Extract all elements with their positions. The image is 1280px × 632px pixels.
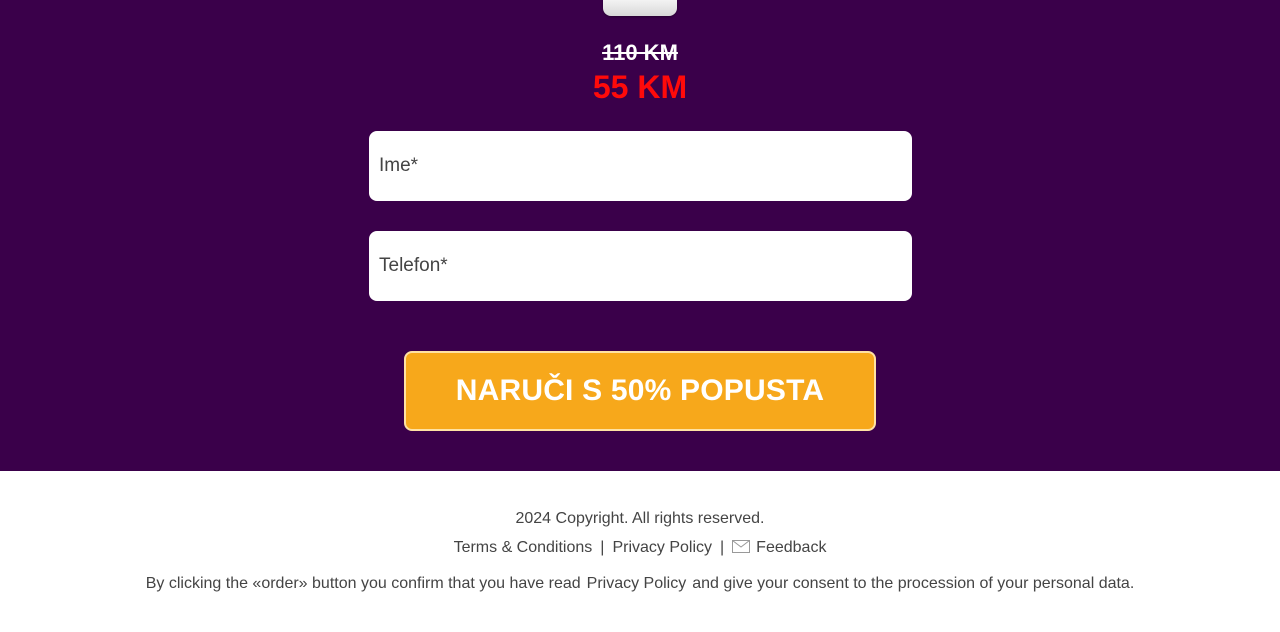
order-button[interactable]: NARUČI S 50% POPUSTA [404,351,876,431]
link-separator: | [720,539,725,556]
old-price: 110 KM [602,40,678,65]
link-separator: | [600,539,605,556]
feedback-link[interactable]: Feedback [732,539,826,556]
privacy-link[interactable]: Privacy Policy [612,539,712,556]
terms-link[interactable]: Terms & Conditions [454,539,593,556]
footer: 2024 Copyright. All rights reserved. Ter… [0,471,1280,632]
consent-text: By clicking the «order» button you confi… [0,574,1280,593]
mail-icon [732,539,751,558]
footer-links: Terms & Conditions | Privacy Policy | Feedba… [0,538,1280,558]
copyright-text: 2024 Copyright. All rights reserved. [515,510,765,527]
name-input[interactable] [369,131,912,201]
feedback-label: Feedback [756,539,827,556]
consent-text-before: By clicking the «order» button you confi… [145,575,581,592]
order-section: 110 KM 55 KM NARUČI S 50% POPUSTA [0,0,1280,471]
product-image [603,0,677,16]
phone-input[interactable] [369,231,912,301]
consent-text-after: and give your consent to the procession … [692,575,1135,592]
consent-privacy-link[interactable]: Privacy Policy [587,575,687,592]
new-price: 55 KM [592,69,688,105]
